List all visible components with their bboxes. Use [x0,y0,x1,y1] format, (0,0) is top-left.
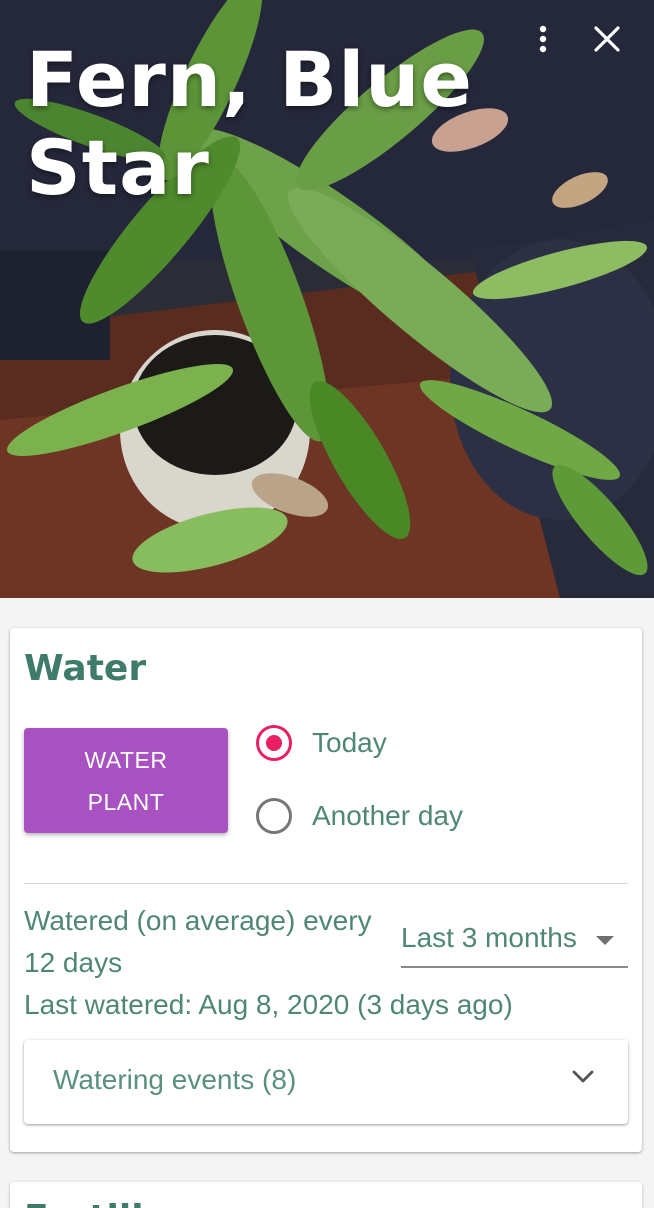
watering-events-expander[interactable]: Watering events (8) [24,1040,628,1124]
fertilize-card: Fertilize [10,1182,642,1208]
radio-label-today: Today [312,727,387,758]
watering-events-label: Watering events (8) [53,1064,297,1095]
water-plant-button[interactable]: WATER PLANT [24,728,228,833]
radio-option-today[interactable]: Today [256,725,387,761]
more-vert-icon [539,25,547,53]
radio-label-another-day: Another day [312,800,463,831]
more-options-button[interactable] [522,18,564,60]
average-watering-text: Watered (on average) every 12 days [24,905,372,978]
chevron-down-icon [572,1070,594,1083]
close-button[interactable] [586,18,628,60]
plant-name-title: Fern, Blue Star [26,35,473,212]
last-watered-text: Last watered: Aug 8, 2020 (3 days ago) [24,989,513,1020]
water-section-title: Water [24,648,147,689]
period-select[interactable]: Last 3 months [401,916,628,968]
radio-checked[interactable] [256,725,292,761]
fertilize-section-title: Fertilize [24,1198,189,1208]
dropdown-arrow-icon [596,936,614,945]
divider [24,883,628,884]
radio-option-another-day[interactable]: Another day [256,798,463,834]
period-select-value: Last 3 months [401,922,577,953]
close-icon [594,26,620,52]
radio-unchecked[interactable] [256,798,292,834]
plant-photo-header: Fern, Blue Star [0,0,654,598]
water-card: Water WATER PLANT Today Another day Wate… [10,628,642,1152]
